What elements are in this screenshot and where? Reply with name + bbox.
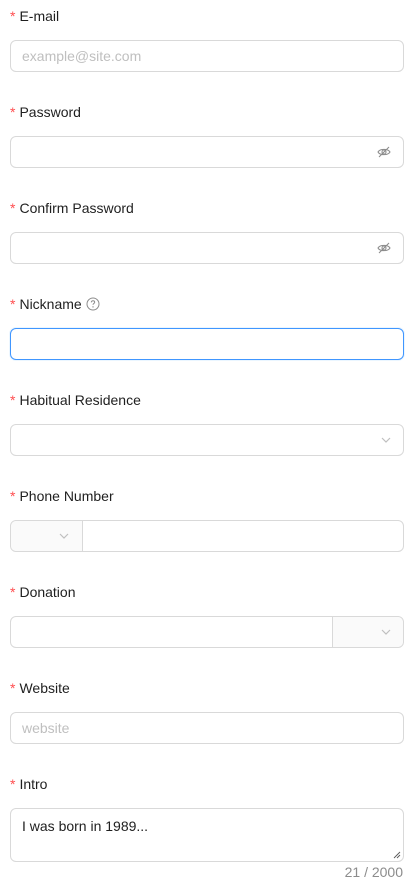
residence-select[interactable] (10, 424, 404, 456)
password-label-text: Password (19, 104, 81, 120)
intro-label: * Intro (10, 774, 47, 794)
nickname-field[interactable] (10, 328, 404, 360)
required-mark: * (10, 200, 16, 216)
password-input[interactable] (11, 137, 403, 167)
chevron-down-icon (59, 533, 69, 539)
website-input[interactable] (11, 713, 403, 743)
phone-prefix-select[interactable] (11, 521, 83, 551)
required-mark: * (10, 392, 16, 408)
chevron-down-icon (381, 437, 391, 443)
eye-invisible-icon[interactable] (377, 145, 391, 159)
intro-label-text: Intro (19, 776, 48, 792)
required-mark: * (10, 776, 16, 792)
required-mark: * (10, 488, 16, 504)
intro-textarea[interactable]: I was born in 1989... (10, 808, 404, 862)
donation-label: * Donation (10, 582, 76, 602)
required-mark: * (10, 8, 16, 24)
website-label-text: Website (19, 680, 70, 696)
confirm-password-label-text: Confirm Password (19, 200, 134, 216)
character-count: 21 / 2000 (344, 864, 403, 880)
password-field[interactable] (10, 136, 404, 168)
password-label: * Password (10, 102, 81, 122)
required-mark: * (10, 104, 16, 120)
residence-label: * Habitual Residence (10, 390, 141, 410)
confirm-password-input[interactable] (11, 233, 403, 263)
phone-field (10, 520, 404, 552)
email-label-text: E-mail (19, 8, 60, 24)
nickname-label: * Nickname (10, 294, 100, 314)
phone-label: * Phone Number (10, 486, 114, 506)
phone-label-text: Phone Number (19, 488, 114, 504)
email-input[interactable] (11, 41, 403, 71)
currency-select[interactable] (332, 617, 403, 647)
email-label: * E-mail (10, 6, 59, 26)
website-field[interactable] (10, 712, 404, 744)
eye-invisible-icon[interactable] (377, 241, 391, 255)
required-mark: * (10, 296, 16, 312)
nickname-input[interactable] (11, 329, 403, 359)
confirm-password-field[interactable] (10, 232, 404, 264)
donation-label-text: Donation (19, 584, 76, 600)
confirm-password-label: * Confirm Password (10, 198, 134, 218)
required-mark: * (10, 680, 16, 696)
website-label: * Website (10, 678, 70, 698)
donation-field (10, 616, 404, 648)
chevron-down-icon (381, 629, 391, 635)
nickname-label-text: Nickname (19, 296, 82, 312)
question-circle-icon[interactable] (86, 297, 100, 311)
resize-handle-icon[interactable] (393, 851, 401, 859)
email-field[interactable] (10, 40, 404, 72)
residence-label-text: Habitual Residence (19, 392, 141, 408)
required-mark: * (10, 584, 16, 600)
intro-text: I was born in 1989... (22, 818, 149, 834)
